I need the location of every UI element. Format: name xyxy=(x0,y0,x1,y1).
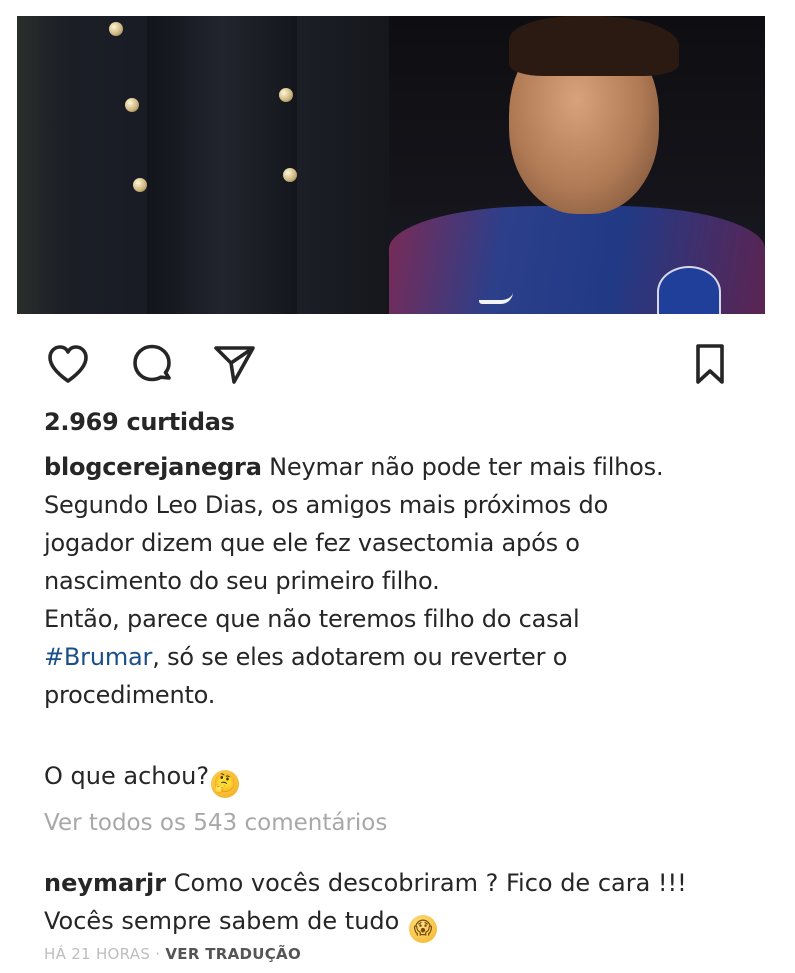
suit-button xyxy=(283,168,297,182)
bookmark-icon xyxy=(696,344,724,384)
caption-line: #Brumar, só se eles adotarem ou reverter… xyxy=(44,638,764,676)
question-text: O que achou? xyxy=(44,762,210,790)
screaming-face-icon: 😱 xyxy=(408,915,437,943)
comment-button[interactable] xyxy=(126,338,178,390)
suit-button xyxy=(109,22,123,36)
caption-line: Então, parece que não teremos filho do c… xyxy=(44,605,580,633)
suit-button xyxy=(133,178,147,192)
caption-line: blogcerejanegra Neymar não pode ter mais… xyxy=(44,448,764,486)
player-hair xyxy=(509,16,679,76)
comment-username[interactable]: neymarjr xyxy=(44,869,166,897)
like-button[interactable] xyxy=(42,338,94,390)
comment-item: neymarjr Como vocês descobriram ? Fico d… xyxy=(44,864,764,943)
post-image-left-suit xyxy=(17,16,389,314)
post-caption: blogcerejanegra Neymar não pode ter mais… xyxy=(44,448,764,714)
post-actions-bar xyxy=(0,338,795,390)
comment-text: Vocês sempre sabem de tudo xyxy=(44,907,400,935)
likes-count[interactable]: 2.969 curtidas xyxy=(44,408,235,436)
see-translation-link[interactable]: VER TRADUÇÃO xyxy=(165,945,301,963)
heart-icon xyxy=(48,345,88,383)
club-crest xyxy=(657,266,721,314)
suit-lapel xyxy=(147,16,297,314)
comment-line: Vocês sempre sabem de tudo 😱 xyxy=(44,902,764,943)
suit-button xyxy=(125,98,139,112)
meta-separator: · xyxy=(150,945,166,963)
comment-line: neymarjr Como vocês descobriram ? Fico d… xyxy=(44,864,764,902)
caption-line: nascimento do seu primeiro filho. xyxy=(44,567,440,595)
thinking-face-icon: 🤔 xyxy=(211,770,240,798)
post-image-right-player xyxy=(389,16,765,314)
caption-question: O que achou? 🤔 xyxy=(44,757,240,798)
caption-text: , só se eles adotarem ou reverter o xyxy=(152,643,568,671)
view-all-comments-link[interactable]: Ver todos os 543 comentários xyxy=(44,810,387,836)
caption-line: procedimento. xyxy=(44,681,216,709)
comment-text: Como vocês descobriram ? Fico de cara !!… xyxy=(173,869,687,897)
post-image[interactable] xyxy=(17,16,765,314)
suit-button xyxy=(279,88,293,102)
caption-username[interactable]: blogcerejanegra xyxy=(44,453,262,481)
share-button[interactable] xyxy=(208,338,260,390)
post-timestamp: HÁ 21 HORAS xyxy=(44,945,151,963)
caption-line: jogador dizem que ele fez vasectomia apó… xyxy=(44,529,580,557)
caption-line: Segundo Leo Dias, os amigos mais próximo… xyxy=(44,491,609,519)
save-button[interactable] xyxy=(684,338,736,390)
caption-text: Neymar não pode ter mais filhos. xyxy=(269,453,664,481)
comment-icon xyxy=(133,344,171,382)
post-meta: HÁ 21 HORAS · VER TRADUÇÃO xyxy=(44,945,301,963)
hashtag-link[interactable]: #Brumar xyxy=(44,643,152,671)
send-icon xyxy=(214,346,255,384)
